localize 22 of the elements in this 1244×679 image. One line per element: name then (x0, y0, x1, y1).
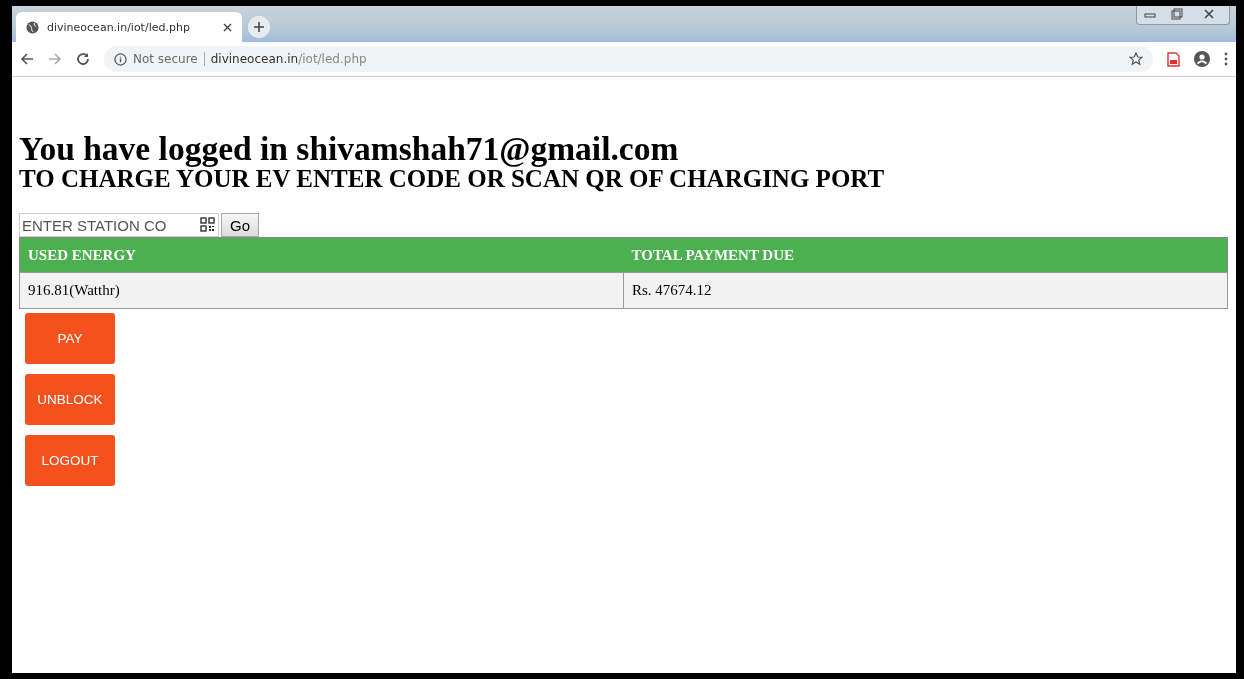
url-text: divineocean.in/iot/led.php (210, 52, 367, 66)
qr-code-icon[interactable] (200, 217, 215, 232)
column-header: TOTAL PAYMENT DUE (623, 237, 1228, 273)
menu-icon[interactable] (1224, 52, 1228, 66)
pdf-icon[interactable] (1167, 51, 1180, 67)
address-bar[interactable]: Not secure divineocean.in/iot/led.php (104, 46, 1153, 72)
star-icon[interactable] (1129, 52, 1143, 66)
go-button[interactable]: Go (221, 213, 259, 237)
globe-icon (26, 20, 39, 34)
account-icon[interactable] (1194, 51, 1210, 67)
browser-tab[interactable]: divineocean.in/iot/led.php (16, 12, 242, 42)
security-label: Not secure (133, 52, 198, 66)
back-icon[interactable] (20, 52, 34, 66)
column-header: USED ENERGY (19, 237, 624, 273)
new-tab-icon[interactable] (248, 16, 270, 38)
info-icon[interactable] (114, 52, 127, 66)
station-code-field[interactable]: ENTER STATION CO (19, 213, 219, 237)
table-cell: 916.81(Watthr) (19, 272, 624, 309)
tab-title: divineocean.in/iot/led.php (47, 20, 191, 34)
close-icon[interactable] (223, 22, 232, 32)
reload-icon[interactable] (76, 52, 90, 66)
table-cell: Rs. 47674.12 (623, 272, 1228, 309)
